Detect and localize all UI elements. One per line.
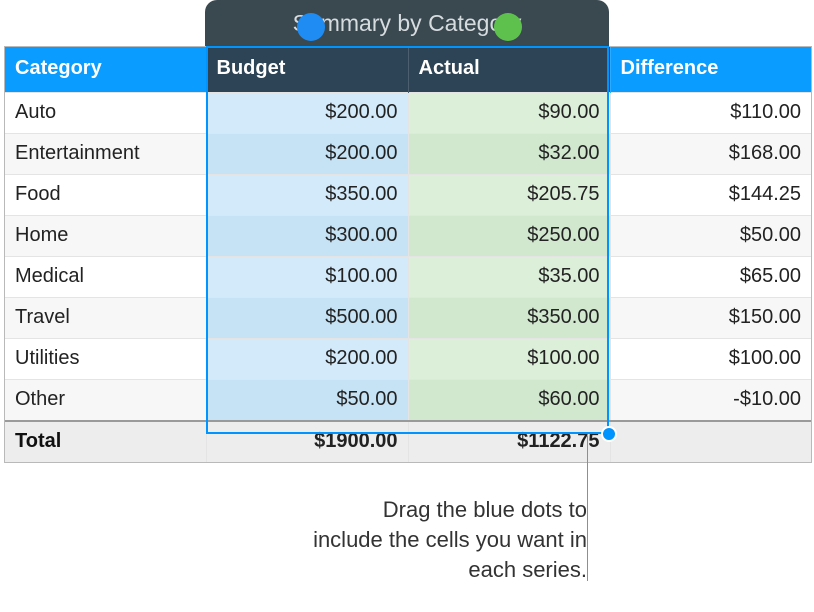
table-row[interactable]: Home $300.00 $250.00 $50.00 bbox=[5, 216, 811, 257]
cell-actual[interactable]: $350.00 bbox=[408, 298, 610, 339]
cell-total-difference[interactable] bbox=[610, 421, 811, 462]
cell-category[interactable]: Utilities bbox=[5, 339, 206, 380]
table-title-tab[interactable]: Summary by Category bbox=[205, 0, 609, 46]
cell-actual[interactable]: $60.00 bbox=[408, 380, 610, 422]
cell-budget[interactable]: $50.00 bbox=[206, 380, 408, 422]
table-title: Summary by Category bbox=[293, 10, 522, 37]
col-header-category[interactable]: Category bbox=[5, 47, 206, 93]
table-row[interactable]: Auto $200.00 $90.00 $110.00 bbox=[5, 93, 811, 134]
cell-category[interactable]: Home bbox=[5, 216, 206, 257]
cell-category[interactable]: Other bbox=[5, 380, 206, 422]
table-row[interactable]: Utilities $200.00 $100.00 $100.00 bbox=[5, 339, 811, 380]
table-row[interactable]: Other $50.00 $60.00 -$10.00 bbox=[5, 380, 811, 422]
cell-budget[interactable]: $200.00 bbox=[206, 93, 408, 134]
cell-difference[interactable]: $168.00 bbox=[610, 134, 811, 175]
cell-actual[interactable]: $205.75 bbox=[408, 175, 610, 216]
table-row[interactable]: Food $350.00 $205.75 $144.25 bbox=[5, 175, 811, 216]
callout-text: Drag the blue dots to include the cells … bbox=[310, 495, 587, 585]
series-dot-budget bbox=[297, 13, 325, 41]
cell-actual[interactable]: $90.00 bbox=[408, 93, 610, 134]
cell-difference[interactable]: $110.00 bbox=[610, 93, 811, 134]
cell-budget[interactable]: $200.00 bbox=[206, 339, 408, 380]
cell-actual[interactable]: $35.00 bbox=[408, 257, 610, 298]
callout-leader-line bbox=[587, 436, 588, 581]
spreadsheet-table[interactable]: Category Budget Actual Difference Auto $… bbox=[4, 46, 812, 463]
col-header-difference[interactable]: Difference bbox=[610, 47, 811, 93]
cell-total-actual[interactable]: $1122.75 bbox=[408, 421, 610, 462]
total-row[interactable]: Total $1900.00 $1122.75 bbox=[5, 421, 811, 462]
cell-category[interactable]: Food bbox=[5, 175, 206, 216]
cell-budget[interactable]: $100.00 bbox=[206, 257, 408, 298]
table-row[interactable]: Travel $500.00 $350.00 $150.00 bbox=[5, 298, 811, 339]
cell-difference[interactable]: -$10.00 bbox=[610, 380, 811, 422]
cell-total-label[interactable]: Total bbox=[5, 421, 206, 462]
cell-budget[interactable]: $300.00 bbox=[206, 216, 408, 257]
col-header-budget[interactable]: Budget bbox=[206, 47, 408, 93]
cell-actual[interactable]: $32.00 bbox=[408, 134, 610, 175]
cell-total-budget[interactable]: $1900.00 bbox=[206, 421, 408, 462]
cell-difference[interactable]: $144.25 bbox=[610, 175, 811, 216]
cell-difference[interactable]: $50.00 bbox=[610, 216, 811, 257]
cell-budget[interactable]: $350.00 bbox=[206, 175, 408, 216]
table-row[interactable]: Entertainment $200.00 $32.00 $168.00 bbox=[5, 134, 811, 175]
cell-budget[interactable]: $500.00 bbox=[206, 298, 408, 339]
cell-difference[interactable]: $100.00 bbox=[610, 339, 811, 380]
selection-drag-handle[interactable] bbox=[601, 426, 617, 442]
cell-budget[interactable]: $200.00 bbox=[206, 134, 408, 175]
table-row[interactable]: Medical $100.00 $35.00 $65.00 bbox=[5, 257, 811, 298]
header-row[interactable]: Category Budget Actual Difference bbox=[5, 47, 811, 93]
cell-category[interactable]: Entertainment bbox=[5, 134, 206, 175]
col-header-actual[interactable]: Actual bbox=[408, 47, 610, 93]
cell-category[interactable]: Travel bbox=[5, 298, 206, 339]
cell-difference[interactable]: $65.00 bbox=[610, 257, 811, 298]
cell-actual[interactable]: $250.00 bbox=[408, 216, 610, 257]
cell-actual[interactable]: $100.00 bbox=[408, 339, 610, 380]
cell-category[interactable]: Auto bbox=[5, 93, 206, 134]
cell-difference[interactable]: $150.00 bbox=[610, 298, 811, 339]
series-dot-actual bbox=[494, 13, 522, 41]
cell-category[interactable]: Medical bbox=[5, 257, 206, 298]
